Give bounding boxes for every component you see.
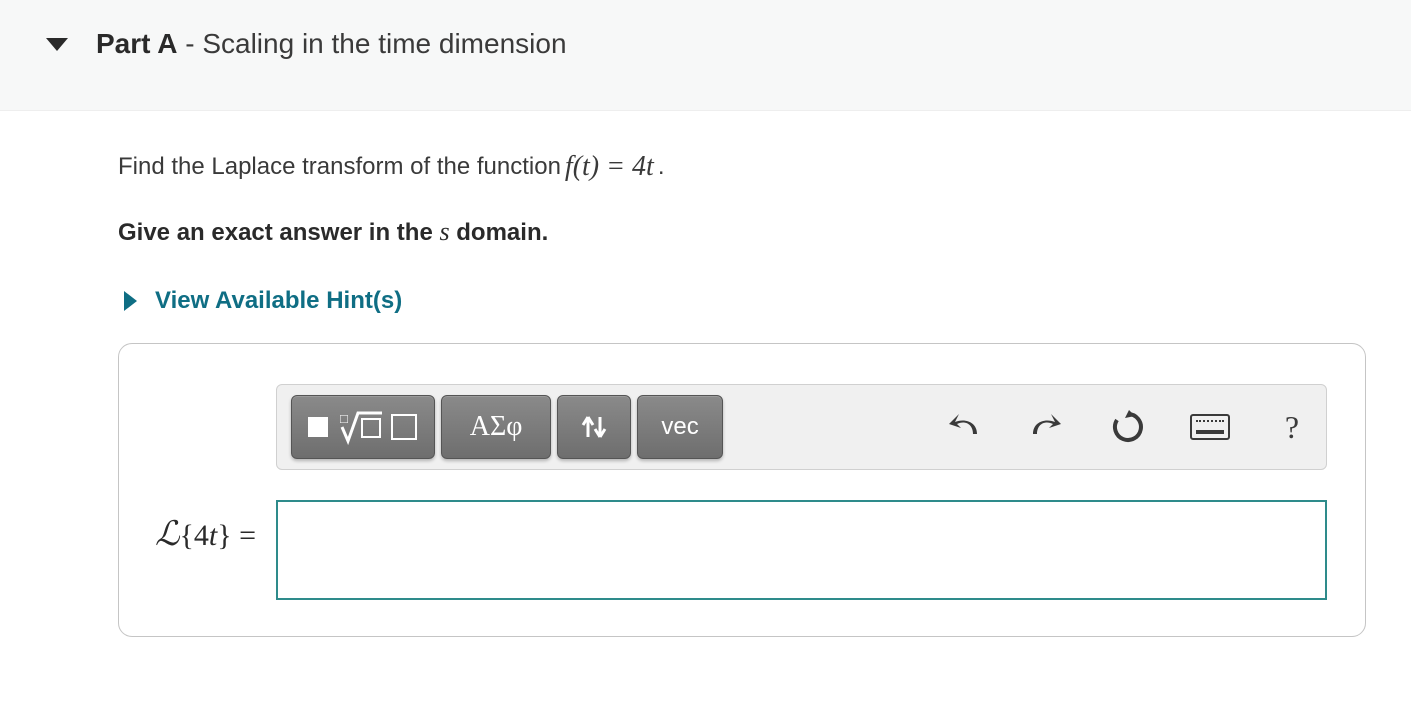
prompt-math: f(t) = 4t bbox=[565, 151, 654, 183]
hints-toggle[interactable]: View Available Hint(s) bbox=[118, 287, 1380, 315]
equation-toolbar: □ ΑΣφ bbox=[276, 384, 1327, 470]
part-label: Part A bbox=[96, 28, 177, 59]
reset-button[interactable] bbox=[1108, 407, 1148, 447]
part-subtitle: Scaling in the time dimension bbox=[202, 28, 566, 59]
toolbar-right: ? bbox=[944, 407, 1312, 447]
part-separator: - bbox=[177, 28, 202, 59]
question-body: Find the Laplace transform of the functi… bbox=[0, 111, 1380, 637]
help-button[interactable]: ? bbox=[1272, 407, 1312, 447]
undo-button[interactable] bbox=[944, 407, 984, 447]
keyboard-button[interactable] bbox=[1190, 407, 1230, 447]
vector-label: vec bbox=[661, 413, 698, 441]
toolbar-group-templates: □ ΑΣφ bbox=[291, 395, 723, 459]
part-title: Part A - Scaling in the time dimension bbox=[96, 28, 567, 60]
answer-row: ℒ{4t} = □ bbox=[155, 384, 1327, 600]
redo-icon bbox=[1029, 412, 1063, 442]
reset-icon bbox=[1111, 410, 1145, 444]
greek-symbols-button[interactable]: ΑΣφ bbox=[441, 395, 551, 459]
part-header-inner: Part A - Scaling in the time dimension bbox=[0, 28, 1411, 60]
math-templates-icon: □ bbox=[304, 405, 422, 449]
hints-label: View Available Hint(s) bbox=[155, 287, 402, 315]
answer-prefix: ℒ{4t} = bbox=[155, 384, 256, 554]
help-label: ? bbox=[1285, 409, 1299, 446]
greek-symbols-label: ΑΣφ bbox=[470, 411, 523, 443]
instruction-text: Give an exact answer in the s domain. bbox=[118, 217, 1380, 247]
keyboard-icon bbox=[1190, 414, 1230, 440]
svg-text:□: □ bbox=[340, 411, 348, 426]
collapse-caret-icon[interactable] bbox=[46, 38, 68, 51]
instruction-lead: Give an exact answer in the bbox=[118, 219, 439, 246]
prompt-tail: . bbox=[658, 153, 665, 181]
subsup-icon bbox=[574, 407, 614, 447]
instruction-tail: domain. bbox=[450, 219, 549, 246]
prompt-text: Find the Laplace transform of the functi… bbox=[118, 151, 1380, 183]
answer-input[interactable] bbox=[276, 500, 1327, 600]
caret-right-icon bbox=[124, 291, 137, 311]
vector-button[interactable]: vec bbox=[637, 395, 723, 459]
answer-container: ℒ{4t} = □ bbox=[118, 343, 1366, 637]
instruction-var: s bbox=[439, 217, 449, 246]
math-templates-button[interactable]: □ bbox=[291, 395, 435, 459]
prompt-lead: Find the Laplace transform of the functi… bbox=[118, 153, 561, 181]
part-header: Part A - Scaling in the time dimension bbox=[0, 0, 1411, 111]
redo-button[interactable] bbox=[1026, 407, 1066, 447]
answer-editor: □ ΑΣφ bbox=[276, 384, 1327, 600]
undo-icon bbox=[947, 412, 981, 442]
subscript-superscript-button[interactable] bbox=[557, 395, 631, 459]
